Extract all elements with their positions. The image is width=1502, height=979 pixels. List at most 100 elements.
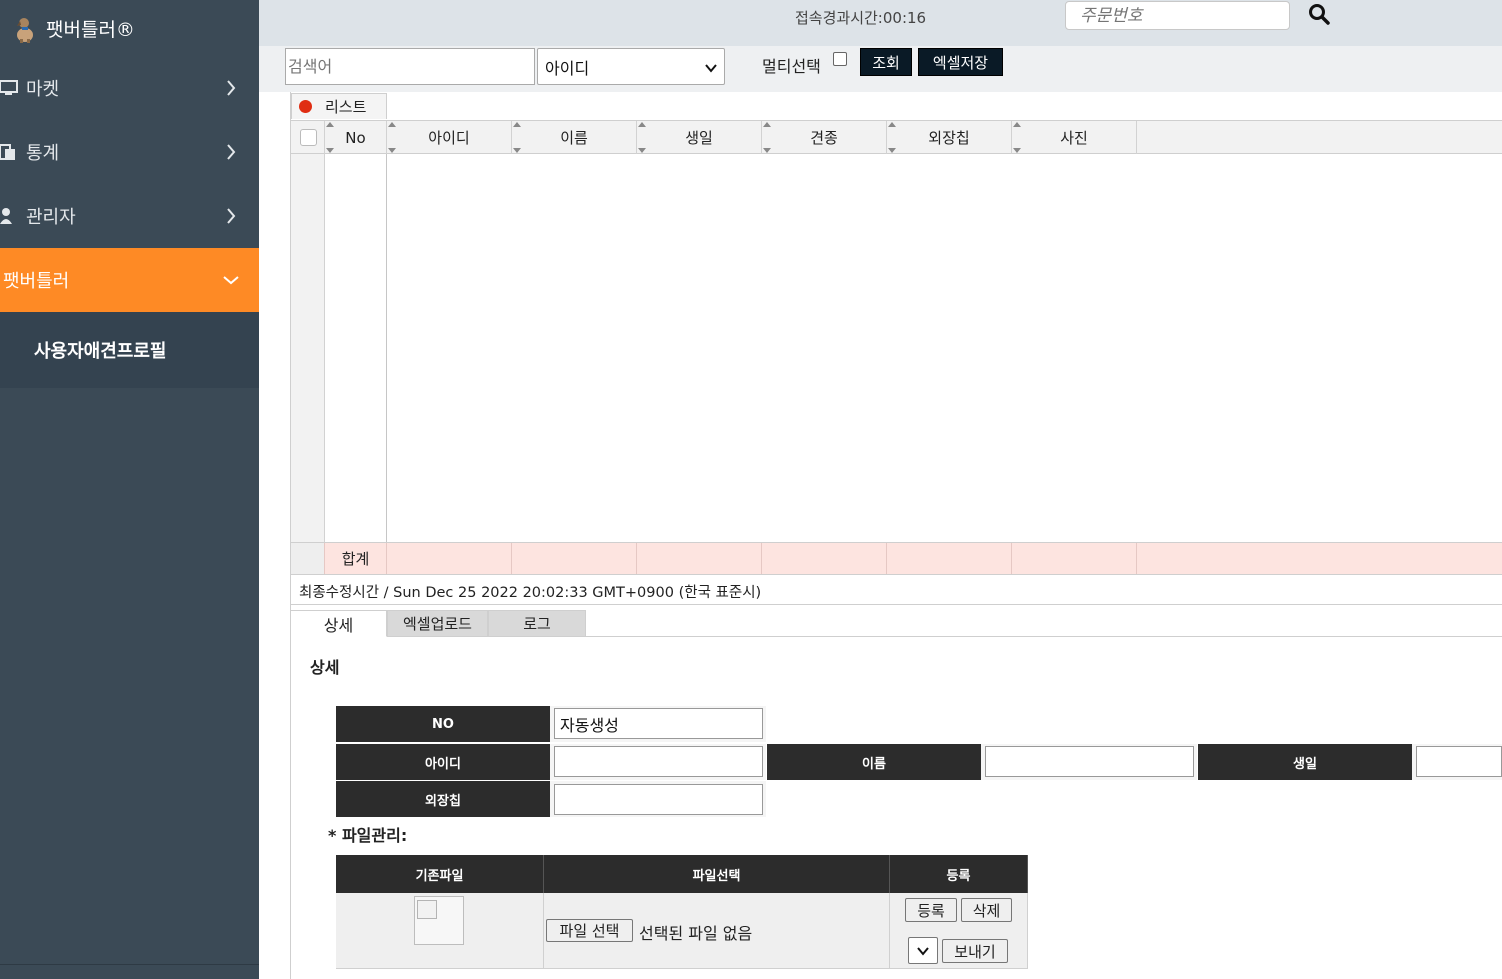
sidebar-item-petbutler[interactable]: 팻버틀러 — [0, 248, 259, 312]
existing-file-thumbnail[interactable] — [414, 896, 464, 945]
summary-cell — [762, 543, 887, 574]
image-placeholder-icon — [417, 900, 437, 919]
tab-detail[interactable]: 상세 — [290, 610, 387, 637]
sort-down-icon — [763, 148, 771, 153]
id-field[interactable] — [554, 746, 763, 777]
column-header-photo[interactable]: 사진 — [1012, 121, 1137, 154]
sort-up-icon — [513, 122, 521, 127]
divider — [291, 604, 1502, 605]
sort-down-icon — [638, 148, 646, 153]
list-grid: 리스트 No 아이디 이름 생일 견종 외장칩 사진 합계 최종수정시간 / S… — [290, 92, 1502, 605]
summary-cell — [887, 543, 1012, 574]
session-elapsed-time: 접속경과시간:00:16 — [795, 9, 927, 27]
delete-file-button[interactable]: 삭제 — [961, 898, 1012, 922]
excel-save-button[interactable]: 엑셀저장 — [918, 48, 1003, 76]
detail-tabs: 상세 엑셀업로드 로그 — [290, 610, 1502, 637]
sort-up-icon — [388, 122, 396, 127]
order-number-input[interactable] — [1065, 1, 1290, 30]
column-header-breed[interactable]: 견종 — [762, 121, 887, 154]
sidebar: 팻버틀러® 마켓 통계 관리자 팻버틀러 사용자애견프로필 — [0, 0, 259, 979]
column-label: 견종 — [810, 129, 838, 147]
brand[interactable]: 팻버틀러® — [0, 0, 259, 56]
summary-cell — [1012, 543, 1137, 574]
grid-summary-row: 합계 — [291, 542, 1502, 575]
tab-excel-upload[interactable]: 엑셀업로드 — [387, 610, 488, 637]
file-header-select: 파일선택 — [544, 855, 890, 893]
chevron-right-icon — [221, 78, 241, 98]
search-field-value: 아이디 — [545, 58, 590, 78]
tab-log[interactable]: 로그 — [488, 610, 586, 637]
divider — [290, 605, 291, 979]
field-label-birthday: 생일 — [1198, 744, 1412, 780]
choose-file-button[interactable]: 파일 선택 — [546, 919, 633, 942]
copy-icon — [0, 142, 20, 162]
chevron-right-icon — [221, 206, 241, 226]
select-all-checkbox[interactable] — [300, 129, 317, 146]
file-header-existing: 기존파일 — [336, 855, 544, 893]
name-field[interactable] — [985, 746, 1194, 777]
keyword-input[interactable] — [285, 48, 535, 85]
query-button[interactable]: 조회 — [860, 48, 912, 76]
column-label: 사진 — [1060, 129, 1088, 147]
summary-label: 합계 — [325, 543, 387, 574]
grid-no-column — [325, 154, 387, 542]
sort-up-icon — [326, 122, 334, 127]
file-header-register: 등록 — [890, 855, 1028, 893]
sidebar-item-admin[interactable]: 관리자 — [0, 184, 259, 248]
summary-cell — [512, 543, 637, 574]
column-header-birthday[interactable]: 생일 — [637, 121, 762, 154]
register-file-button[interactable]: 등록 — [905, 898, 957, 922]
column-header-chip[interactable]: 외장칩 — [887, 121, 1012, 154]
sidebar-item-stats[interactable]: 통계 — [0, 120, 259, 184]
submenu-item-pet-profile[interactable]: 사용자애견프로필 — [0, 312, 259, 388]
sort-up-icon — [638, 122, 646, 127]
chevron-down-icon — [221, 270, 241, 290]
column-header-id[interactable]: 아이디 — [387, 121, 512, 154]
search-row: 아이디 멀티선택 조회 엑셀저장 — [259, 46, 1502, 92]
field-label-id: 아이디 — [336, 744, 550, 780]
column-label: 생일 — [685, 129, 713, 147]
chevron-down-icon — [704, 60, 718, 74]
column-header-name[interactable]: 이름 — [512, 121, 637, 154]
sort-down-icon — [513, 148, 521, 153]
sort-up-icon — [763, 122, 771, 127]
no-file-selected-text: 선택된 파일 없음 — [639, 924, 753, 943]
sort-up-icon — [888, 122, 896, 127]
sort-down-icon — [388, 148, 396, 153]
chip-field[interactable] — [554, 784, 763, 815]
sidebar-item-label: 마켓 — [26, 79, 60, 100]
detail-title: 상세 — [310, 658, 340, 677]
divider — [0, 964, 259, 965]
chevron-right-icon — [221, 142, 241, 162]
header-select-cell — [291, 121, 325, 154]
file-management-title: * 파일관리: — [328, 826, 408, 845]
field-label-chip: 외장칩 — [336, 781, 550, 817]
sidebar-item-market[interactable]: 마켓 — [0, 56, 259, 120]
summary-cell — [637, 543, 762, 574]
multi-select-label: 멀티선택 — [762, 57, 821, 76]
list-tab[interactable]: 리스트 — [291, 93, 387, 119]
send-target-select[interactable] — [908, 937, 938, 964]
search-field-select[interactable]: 아이디 — [537, 48, 725, 85]
summary-cell — [387, 543, 512, 574]
sort-down-icon — [888, 148, 896, 153]
column-label: 외장칩 — [928, 129, 970, 147]
top-bar: 접속경과시간:00:16 — [259, 0, 1502, 46]
multi-select-checkbox[interactable] — [833, 52, 847, 66]
sort-up-icon — [1013, 122, 1021, 127]
sidebar-item-label: 통계 — [26, 143, 60, 164]
sort-down-icon — [1013, 148, 1021, 153]
chevron-down-icon — [917, 947, 929, 956]
no-field[interactable]: 자동생성 — [554, 708, 763, 739]
list-tab-label: 리스트 — [325, 98, 367, 116]
column-label: 아이디 — [428, 129, 470, 147]
birthday-field[interactable] — [1416, 746, 1502, 777]
field-label-name: 이름 — [767, 744, 981, 780]
column-header-no[interactable]: No — [325, 121, 387, 154]
sidebar-item-label: 관리자 — [26, 207, 76, 228]
search-icon[interactable] — [1307, 2, 1333, 28]
column-label: No — [345, 128, 366, 147]
grid-row-selector-column — [291, 154, 325, 542]
send-button[interactable]: 보내기 — [942, 939, 1008, 963]
monitor-icon — [0, 78, 20, 98]
